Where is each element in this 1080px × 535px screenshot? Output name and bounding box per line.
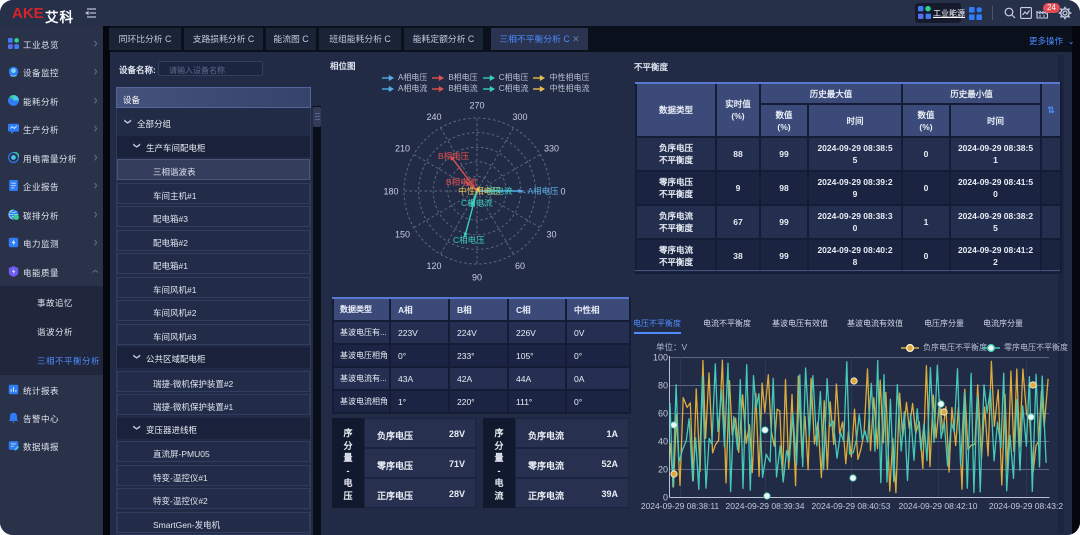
svg-text:30: 30: [546, 230, 556, 240]
svg-text:2024-09-29 08:38:11: 2024-09-29 08:38:11: [641, 501, 720, 511]
svg-text:180: 180: [383, 187, 398, 197]
svg-text:120: 120: [426, 261, 441, 271]
svg-text:100: 100: [653, 353, 668, 363]
svg-text:C相电流: C相电流: [461, 198, 493, 208]
svg-text:330: 330: [544, 144, 559, 154]
svg-text:→A相电压: →A相电压: [519, 186, 559, 196]
svg-text:60: 60: [658, 409, 668, 419]
svg-text:300: 300: [512, 112, 527, 122]
svg-text:0: 0: [560, 187, 565, 197]
svg-text:2024-09-29 08:39:34: 2024-09-29 08:39:34: [726, 501, 805, 511]
svg-text:相电流: 相电流: [487, 186, 513, 196]
svg-text:270: 270: [469, 101, 484, 111]
svg-text:2024-09-29 08:43:2: 2024-09-29 08:43:2: [989, 501, 1063, 511]
svg-text:90: 90: [472, 273, 482, 283]
svg-text:2024-09-29 08:40:53: 2024-09-29 08:40:53: [812, 501, 891, 511]
svg-text:B相电压: B相电压: [438, 151, 470, 161]
svg-text:40: 40: [658, 437, 668, 447]
svg-text:240: 240: [426, 112, 441, 122]
svg-text:2024-09-29 08:42:10: 2024-09-29 08:42:10: [899, 501, 978, 511]
svg-text:C相电压: C相电压: [453, 235, 485, 245]
svg-text:210: 210: [395, 144, 410, 154]
svg-text:150: 150: [395, 230, 410, 240]
svg-text:80: 80: [658, 381, 668, 391]
svg-text:60: 60: [515, 261, 525, 271]
svg-text:20: 20: [658, 465, 668, 475]
